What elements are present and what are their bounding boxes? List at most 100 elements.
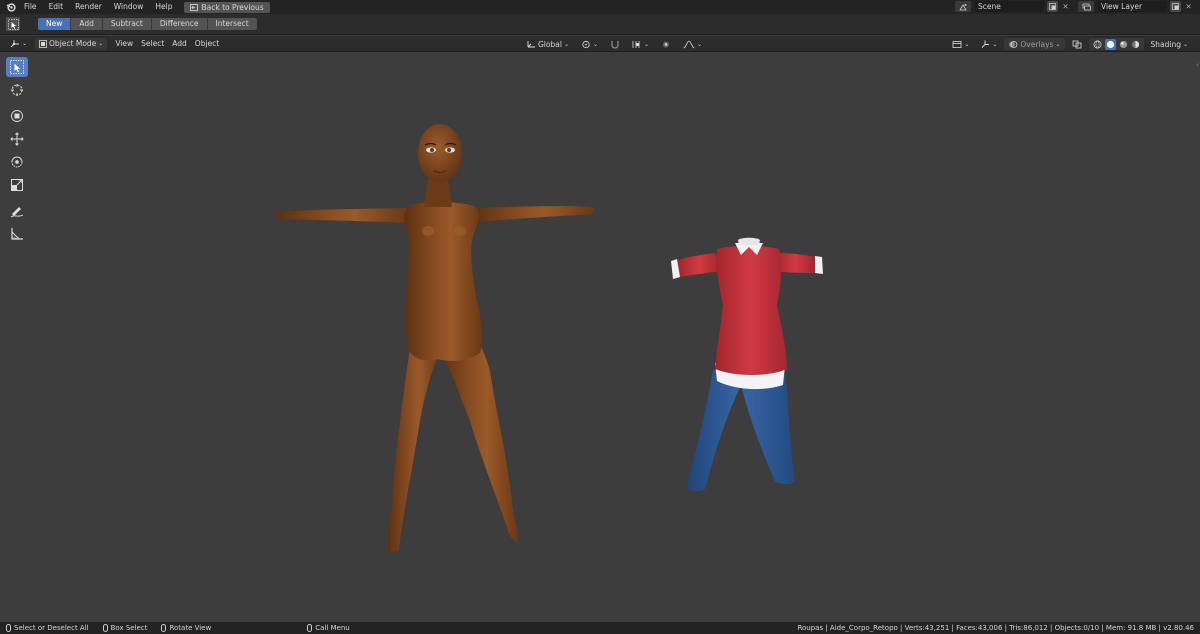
mode-intersect-button[interactable]: Intersect xyxy=(207,18,257,30)
new-view-layer-icon[interactable] xyxy=(1170,1,1181,12)
sidebar-arrow-icon: ‹ xyxy=(1196,61,1199,69)
overlays-label: Overlays xyxy=(1020,39,1054,49)
menu-file[interactable]: File xyxy=(18,0,43,14)
character-body-model[interactable] xyxy=(270,121,610,553)
pivot-point-dropdown[interactable]: ⌄ xyxy=(577,38,602,50)
visibility-box-icon xyxy=(952,40,962,49)
scene-name: Scene xyxy=(978,2,1001,11)
wireframe-shading-icon[interactable] xyxy=(1093,40,1102,49)
back-arrow-icon xyxy=(190,3,199,11)
blender-logo-icon[interactable] xyxy=(4,2,18,12)
chevron-down-icon: ⌄ xyxy=(22,40,28,47)
mode-dropdown[interactable]: Object Mode ⌄ xyxy=(35,37,108,50)
chevron-down-icon: ⌄ xyxy=(98,40,104,47)
mode-new-button[interactable]: New xyxy=(38,18,72,30)
top-bar: File Edit Render Window Help Back to Pre… xyxy=(0,0,1200,14)
solid-shading-icon[interactable] xyxy=(1104,38,1116,50)
move-arrows-icon xyxy=(10,132,24,146)
delete-scene-icon[interactable]: ✕ xyxy=(1061,2,1070,11)
gizmo-icon xyxy=(980,40,990,49)
proportional-editing-toggle[interactable] xyxy=(657,38,675,50)
transform-icon xyxy=(10,109,24,123)
back-to-previous-button[interactable]: Back to Previous xyxy=(184,1,270,13)
view-layer-field[interactable]: View Layer xyxy=(1097,1,1167,12)
menu-render[interactable]: Render xyxy=(69,0,108,14)
chevron-down-icon: ⌄ xyxy=(592,40,598,48)
snap-toggle[interactable] xyxy=(606,38,624,50)
tool-settings-bar: New Add Subtract Difference Intersect xyxy=(0,14,1200,35)
xray-toggle[interactable] xyxy=(1068,38,1086,50)
new-scene-icon[interactable] xyxy=(1047,1,1058,12)
status-hint-box-select: Box Select xyxy=(102,624,147,632)
scale-tool[interactable] xyxy=(6,175,28,195)
menu-window[interactable]: Window xyxy=(108,0,150,14)
status-hint-rotate: Rotate View xyxy=(161,624,211,632)
cursor-icon xyxy=(10,83,24,97)
gizmo-dropdown[interactable]: ⌄ xyxy=(976,38,1001,50)
transform-tool[interactable] xyxy=(6,106,28,126)
header-menu-select[interactable]: Select xyxy=(137,36,168,52)
overlays-icon xyxy=(1008,40,1018,49)
object-visibility-dropdown[interactable]: ⌄ xyxy=(948,38,973,50)
boolean-mode-segmented: New Add Subtract Difference Intersect xyxy=(38,18,257,30)
chevron-down-icon: ⌄ xyxy=(697,40,703,48)
editor-type-dropdown[interactable]: ⌄ xyxy=(6,38,31,50)
annotate-tool[interactable] xyxy=(6,201,28,221)
material-preview-icon[interactable] xyxy=(1119,40,1128,49)
pencil-icon xyxy=(10,204,24,218)
scene-field[interactable]: Scene xyxy=(974,1,1044,12)
3d-viewport[interactable]: ‹ xyxy=(0,53,1200,622)
mode-subtract-button[interactable]: Subtract xyxy=(102,18,152,30)
xray-icon xyxy=(1072,40,1082,49)
shading-mode-group xyxy=(1088,38,1144,50)
header-menu-object[interactable]: Object xyxy=(191,36,223,52)
rendered-shading-icon[interactable] xyxy=(1131,40,1140,49)
clothing-model[interactable] xyxy=(665,185,830,495)
sidebar-toggle-strip[interactable]: ‹ xyxy=(1192,53,1200,173)
rotate-tool[interactable] xyxy=(6,152,28,172)
magnet-icon xyxy=(610,40,620,49)
shading-dropdown[interactable]: Shading ⌄ xyxy=(1147,38,1193,50)
mode-difference-button[interactable]: Difference xyxy=(151,18,208,30)
view-layer-icon[interactable] xyxy=(1078,1,1094,12)
mode-add-button[interactable]: Add xyxy=(71,18,103,30)
rotate-icon xyxy=(10,155,24,169)
cursor-tool[interactable] xyxy=(6,80,28,100)
snap-target-dropdown[interactable]: ⌄ xyxy=(628,38,653,50)
menu-edit[interactable]: Edit xyxy=(43,0,70,14)
3d-viewport-icon xyxy=(10,39,20,48)
mouse-left-icon xyxy=(6,624,11,632)
status-hint-label: Select or Deselect All xyxy=(14,624,89,632)
chevron-down-icon: ⌄ xyxy=(644,40,650,48)
scene-icon[interactable] xyxy=(955,1,971,12)
move-tool[interactable] xyxy=(6,129,28,149)
mouse-middle-icon xyxy=(161,624,167,632)
active-tool-select-box-icon[interactable] xyxy=(6,17,20,31)
view-layer-name: View Layer xyxy=(1101,2,1143,11)
header-menu-view[interactable]: View xyxy=(111,36,137,52)
select-box-tool[interactable] xyxy=(6,57,28,77)
delete-view-layer-icon[interactable]: ✕ xyxy=(1184,2,1193,11)
status-hint-label: Call Menu xyxy=(315,624,350,632)
chevron-down-icon: ⌄ xyxy=(992,40,998,48)
measure-tool[interactable] xyxy=(6,224,28,244)
mode-label: Object Mode xyxy=(49,39,97,48)
status-hint-call-menu: Call Menu xyxy=(307,624,350,632)
menu-help[interactable]: Help xyxy=(149,0,178,14)
chevron-down-icon: ⌄ xyxy=(1182,40,1188,48)
back-to-previous-label: Back to Previous xyxy=(201,2,264,12)
transform-orientation-dropdown[interactable]: Global ⌄ xyxy=(522,38,573,50)
object-mode-icon xyxy=(39,39,47,48)
pivot-icon xyxy=(581,40,591,49)
ruler-icon xyxy=(10,227,24,241)
status-hint-select: Select or Deselect All xyxy=(6,624,89,632)
chevron-down-icon: ⌄ xyxy=(563,40,569,48)
tool-shelf xyxy=(6,57,29,244)
header-menu-add[interactable]: Add xyxy=(168,36,191,52)
scene-statistics: Roupas | Aide_Corpo_Retopo | Verts:43,25… xyxy=(797,624,1194,632)
overlays-dropdown[interactable]: Overlays ⌄ xyxy=(1004,38,1065,50)
proportional-falloff-dropdown[interactable]: ⌄ xyxy=(679,38,706,50)
snap-increment-icon xyxy=(632,40,642,49)
status-hint-label: Rotate View xyxy=(169,624,212,632)
falloff-curve-icon xyxy=(683,40,695,49)
